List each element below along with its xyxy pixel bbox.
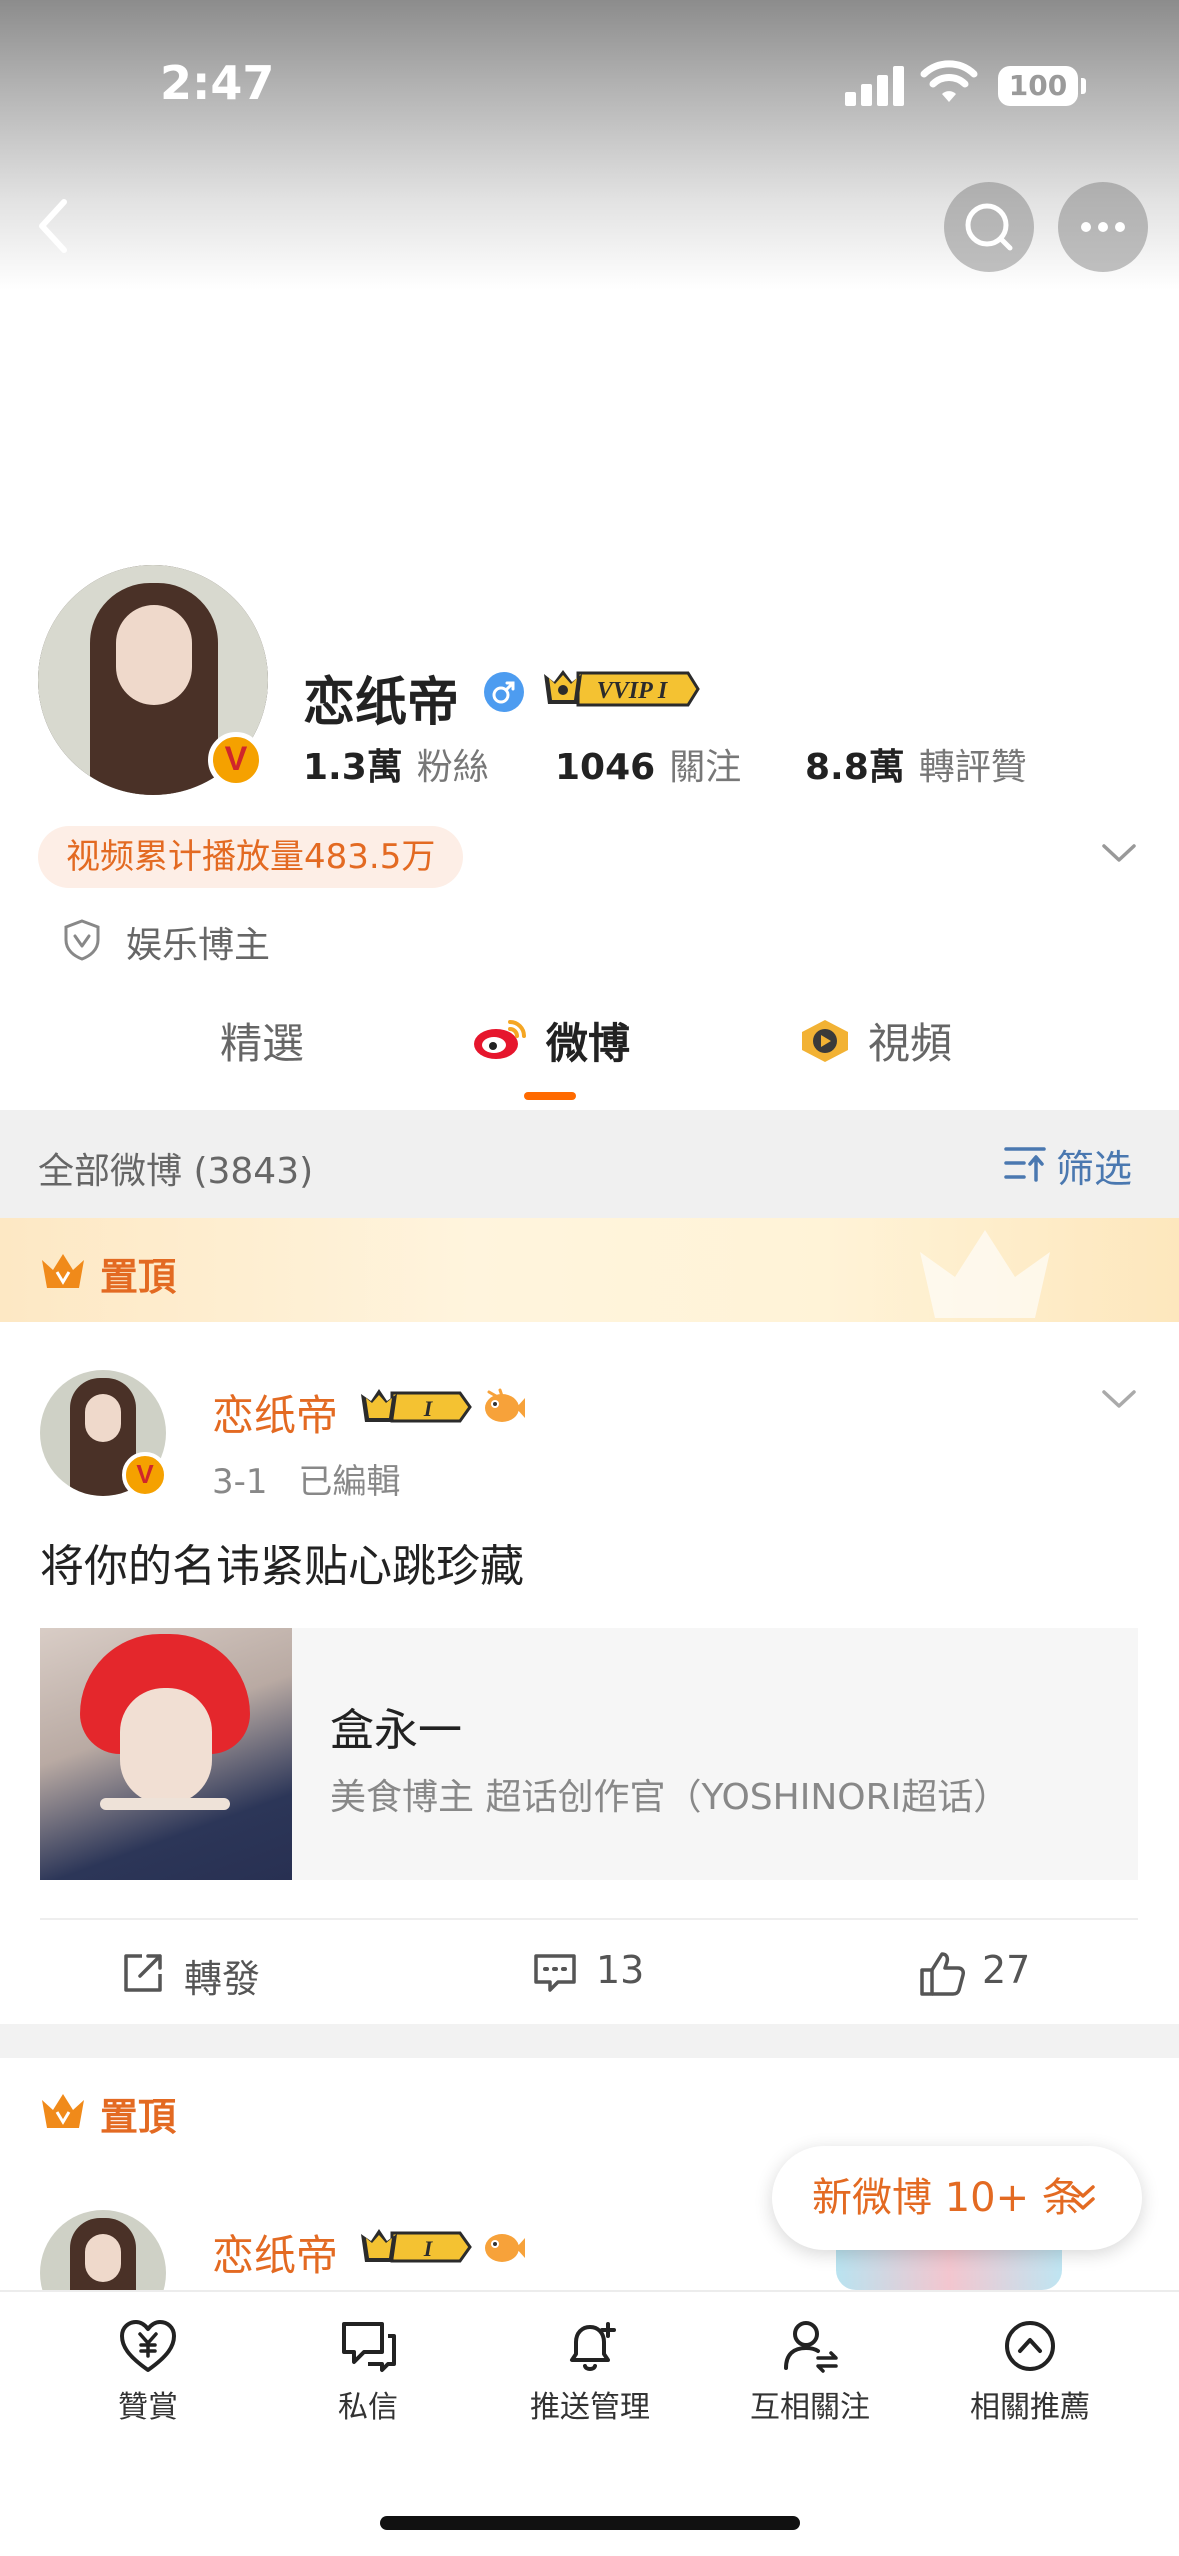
double-chevron-down-icon (1071, 2185, 1095, 2210)
new-posts-label: 新微博 10+ 条 (812, 2175, 1082, 2221)
nav-push-settings[interactable]: 推送管理 (490, 2318, 690, 2426)
status-time: 2:47 (160, 56, 275, 110)
level-badge-text: I (423, 1396, 434, 1421)
pinned-label: 置頂 (100, 1255, 177, 1299)
tab-label: 精選 (220, 1019, 305, 1068)
nav-label: 私信 (338, 2390, 398, 2425)
stat-value: 1.3萬 (303, 747, 403, 788)
tab-label: 微博 (546, 1019, 631, 1068)
nav-label: 相關推薦 (970, 2390, 1090, 2425)
vip-badge-text: VVIP I (597, 678, 669, 704)
filter-label: 筛选 (1056, 1147, 1133, 1191)
repost-label: 轉發 (184, 1957, 261, 2001)
verification-label: 娱乐博主 (126, 925, 271, 966)
new-posts-button[interactable]: 新微博 10+ 条 (772, 2146, 1142, 2250)
nav-message[interactable]: 私信 (268, 2318, 468, 2426)
post-author-name[interactable]: 恋纸帝 (212, 1382, 338, 1443)
post-author-name[interactable]: 恋纸帝 (212, 2222, 338, 2283)
search-icon (965, 203, 1013, 251)
post-count-label: 全部微博 (3843) (38, 1151, 314, 1192)
cellular-signal-icon (845, 64, 905, 106)
divider (40, 1918, 1138, 1920)
stat-interactions[interactable]: 8.8萬 轉評贊 (805, 738, 1027, 790)
thumbs-up-icon (920, 1952, 965, 1996)
video-tab-icon (802, 1020, 848, 1062)
post-text: 将你的名讳紧贴心跳珍藏 (40, 1541, 524, 1592)
stat-followers[interactable]: 1.3萬 粉絲 (303, 738, 489, 790)
card-subtitle: 美食博主 超话创作官（YOSHINORI超话） (330, 1777, 1010, 1818)
post-edited-label: 已編輯 (298, 1462, 401, 1502)
level-badge-text: I (423, 2236, 434, 2261)
wifi-icon (920, 60, 978, 102)
shared-card[interactable]: 盒永一 美食博主 超话创作官（YOSHINORI超话） (40, 1628, 1138, 1880)
stat-value: 1046 (555, 747, 656, 788)
stat-label: 關注 (669, 747, 742, 788)
crown-watermark-icon (920, 1230, 1050, 1318)
section-gap (0, 2024, 1179, 2058)
search-button[interactable] (944, 182, 1034, 272)
user-follow-icon (784, 2321, 838, 2373)
chevron-down-icon[interactable] (1100, 840, 1138, 866)
crown-icon (42, 1254, 84, 1288)
tab-video[interactable]: 視頻 (796, 1010, 952, 1071)
nav-label: 贊賞 (118, 2390, 178, 2425)
circle-up-icon (1005, 2321, 1055, 2371)
comment-count: 13 (596, 1948, 645, 1992)
tab-weibo[interactable]: 微博 (472, 1010, 630, 1071)
nav-mutual-follow[interactable]: 互相關注 (710, 2318, 910, 2426)
more-button[interactable] (1058, 182, 1148, 272)
battery-indicator: 100 (998, 66, 1078, 106)
bell-plus-icon (570, 2322, 616, 2371)
stat-value: 8.8萬 (805, 747, 905, 788)
nav-recommendations[interactable]: 相關推薦 (930, 2318, 1130, 2426)
like-count: 27 (982, 1948, 1031, 1992)
stat-label: 轉評贊 (918, 747, 1027, 788)
crown-icon (42, 2094, 84, 2128)
gender-male-icon (484, 672, 524, 712)
post-date: 3-1 (212, 1462, 268, 1502)
back-icon[interactable] (28, 196, 84, 256)
card-title: 盒永一 (330, 1705, 462, 1756)
card-thumbnail (40, 1628, 292, 1880)
fish-badge-icon (485, 1388, 525, 1422)
stat-following[interactable]: 1046 關注 (555, 738, 741, 790)
post-meta: 3-1 已編輯 (212, 1454, 400, 1503)
verified-v-badge: V (122, 1452, 168, 1498)
post-image-peek (836, 2250, 1062, 2290)
nav-label: 推送管理 (530, 2390, 650, 2425)
level-badge: I (358, 1386, 474, 1428)
level-badge: I (358, 2226, 474, 2268)
nav-reward[interactable]: 贊賞 (48, 2318, 248, 2426)
shield-icon (64, 919, 100, 961)
pinned-label: 置頂 (100, 2095, 177, 2139)
fish-badge-icon (485, 2234, 525, 2262)
tab-featured[interactable]: 精選 (220, 1010, 304, 1071)
profile-name: 恋纸帝 (303, 673, 460, 733)
tab-label: 視頻 (868, 1019, 953, 1068)
filter-icon (1004, 1147, 1046, 1182)
video-plays-chip[interactable]: 视频累计播放量483.5万 (38, 826, 464, 888)
weibo-logo-icon (474, 1020, 526, 1059)
chevron-down-icon[interactable] (1100, 1386, 1138, 1412)
tab-active-indicator (524, 1092, 576, 1100)
heart-yen-icon (120, 2320, 176, 2372)
comment-icon (534, 1954, 576, 1992)
nav-label: 互相關注 (750, 2390, 870, 2425)
filter-button[interactable]: 筛选 (1004, 1138, 1133, 1191)
more-dots-icon (1081, 222, 1125, 232)
home-indicator (380, 2516, 800, 2530)
vvip-badge[interactable]: VVIP I (540, 666, 702, 712)
verified-v-badge: V (208, 732, 264, 788)
battery-tip (1081, 78, 1086, 94)
stat-label: 粉絲 (416, 747, 489, 788)
repost-icon (124, 1954, 162, 1992)
chat-bubble-icon (342, 2322, 396, 2372)
